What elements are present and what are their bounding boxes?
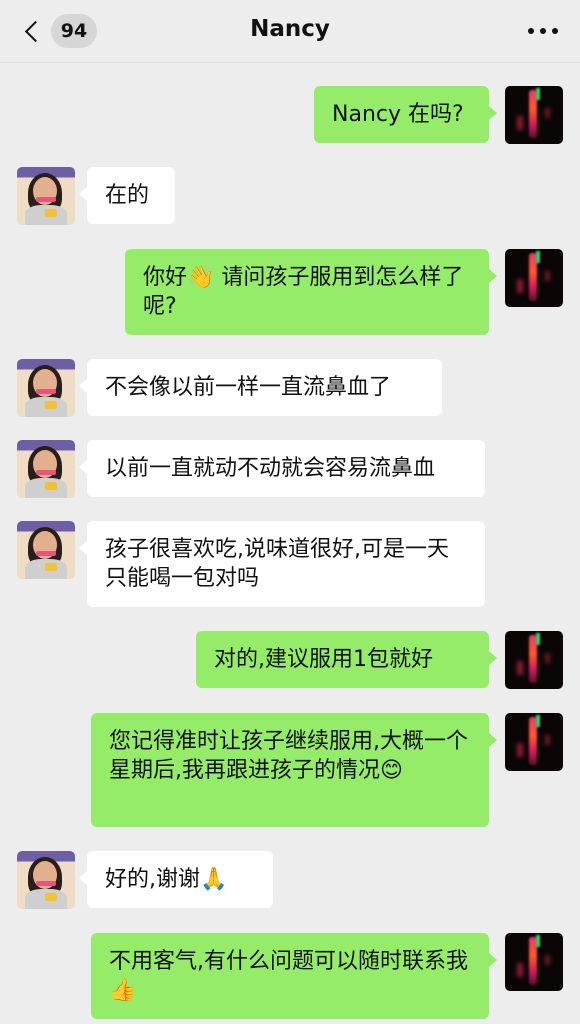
chat-title: Nancy — [250, 16, 330, 42]
my-avatar[interactable] — [505, 86, 563, 144]
message-bubble-incoming[interactable]: 孩子很喜欢吃,说味道很好,可是一天只能喝一包对吗 — [79, 521, 485, 607]
more-options-button[interactable] — [528, 20, 558, 42]
message-bubble-outgoing[interactable]: 对的,建议服用1包就好 — [196, 631, 497, 688]
nancy-avatar[interactable] — [17, 359, 75, 417]
my-avatar[interactable] — [505, 933, 563, 991]
message-bubble-incoming[interactable]: 好的,谢谢🙏 — [79, 851, 273, 908]
chat-header: 94 Nancy — [0, 0, 580, 63]
message-bubble-outgoing[interactable]: 不用客气,有什么问题可以随时联系我 👍 — [91, 933, 497, 1019]
my-avatar[interactable] — [505, 631, 563, 689]
message-bubble-outgoing[interactable]: 你好👋 请问孩子服用到怎么样了呢? — [125, 249, 497, 335]
message-bubble-incoming[interactable]: 在的 — [79, 167, 175, 224]
nancy-avatar[interactable] — [17, 167, 75, 225]
my-avatar[interactable] — [505, 249, 563, 307]
message-bubble-incoming[interactable]: 不会像以前一样一直流鼻血了 — [79, 359, 442, 416]
message-bubble-outgoing[interactable]: Nancy 在吗? — [314, 86, 497, 143]
nancy-avatar[interactable] — [17, 440, 75, 498]
nancy-avatar[interactable] — [17, 521, 75, 579]
message-bubble-incoming[interactable]: 以前一直就动不动就会容易流鼻血 — [79, 440, 485, 497]
nancy-avatar[interactable] — [17, 851, 75, 909]
my-avatar[interactable] — [505, 713, 563, 771]
more-dots-icon — [528, 28, 534, 34]
message-bubble-outgoing[interactable]: 您记得准时让孩子继续服用,大概一个星期后,我再跟进孩子的情况😊 — [91, 713, 497, 827]
